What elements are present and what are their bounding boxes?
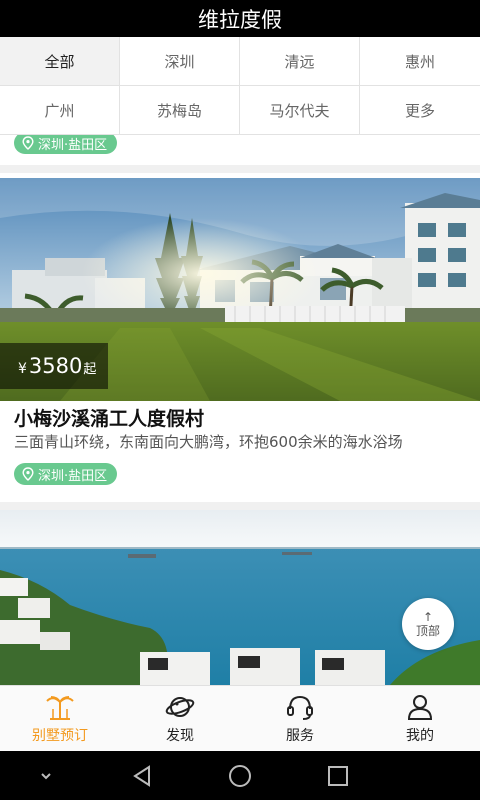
filter-shenzhen[interactable]: 深圳 (120, 37, 240, 86)
filter-all[interactable]: 全部 (0, 37, 120, 86)
home-circle-icon[interactable] (227, 763, 253, 789)
back-to-top-button[interactable]: ↑ 顶部 (402, 598, 454, 650)
city-filter-grid: 全部 深圳 清远 惠州 广州 苏梅岛 马尔代夫 更多 (0, 37, 480, 135)
price-value: 3580 (28, 354, 83, 378)
villa-card-image[interactable]: ¥ 3580 起 (0, 178, 480, 401)
system-nav-bar (0, 751, 480, 800)
up-arrow-icon: ↑ (422, 610, 434, 624)
villa-location-tag: 深圳·盐田区 (14, 463, 118, 485)
planet-icon (165, 696, 195, 717)
villa-list[interactable]: 深圳·盐田区 ¥ 3580 起 小梅沙溪涌工人度假村 三面青山环绕，东南面向大鹏… (0, 135, 480, 685)
sea-view-photo (0, 510, 480, 685)
tab-mine-label: 我的 (406, 727, 434, 744)
next-villa-card-image[interactable] (0, 510, 480, 685)
back-to-top-label: 顶部 (415, 624, 440, 638)
app-header: 维拉度假 (0, 0, 480, 37)
price-badge: ¥ 3580 起 (0, 343, 109, 389)
filter-qingyuan[interactable]: 清远 (240, 37, 360, 86)
price-suffix: 起 (83, 362, 97, 377)
card-divider (0, 502, 480, 510)
page-title: 维拉度假 (198, 7, 282, 32)
filter-guangzhou[interactable]: 广州 (0, 86, 120, 135)
filter-koh-samui[interactable]: 苏梅岛 (120, 86, 240, 135)
headset-icon (287, 695, 313, 720)
back-triangle-icon[interactable] (129, 763, 155, 789)
villa-location: 深圳·盐田区 (38, 468, 108, 484)
villa-description: 三面青山环绕，东南面向大鹏湾，环抱600余米的海水浴场 (14, 433, 403, 451)
screen: 维拉度假 全部 深圳 清远 惠州 广州 苏梅岛 马尔代夫 更多 深圳·盐田区 ¥… (0, 0, 480, 800)
previous-card-location-tag: 深圳·盐田区 (14, 135, 118, 154)
villa-title[interactable]: 小梅沙溪涌工人度假村 (14, 404, 204, 431)
filter-huizhou[interactable]: 惠州 (360, 37, 480, 86)
chevron-down-icon[interactable] (36, 766, 56, 786)
card-divider (0, 165, 480, 173)
location-pin-icon (22, 467, 34, 481)
location-pin-icon (22, 136, 34, 150)
filter-maldives[interactable]: 马尔代夫 (240, 86, 360, 135)
tab-villa-booking[interactable]: 别墅预订 (0, 686, 120, 751)
currency-symbol: ¥ (18, 361, 27, 377)
tab-discover[interactable]: 发现 (120, 686, 240, 751)
tab-discover-label: 发现 (166, 727, 194, 744)
tab-service-label: 服务 (286, 727, 314, 744)
recents-square-icon[interactable] (325, 763, 351, 789)
user-icon (407, 694, 433, 720)
tab-service[interactable]: 服务 (240, 686, 360, 751)
tab-mine[interactable]: 我的 (360, 686, 480, 751)
bottom-tab-bar: 别墅预订 发现 服务 我的 (0, 685, 480, 751)
previous-card-location: 深圳·盐田区 (38, 137, 108, 153)
filter-more[interactable]: 更多 (360, 86, 480, 135)
tab-villa-booking-label: 别墅预订 (32, 727, 88, 744)
palm-icon (46, 695, 74, 720)
